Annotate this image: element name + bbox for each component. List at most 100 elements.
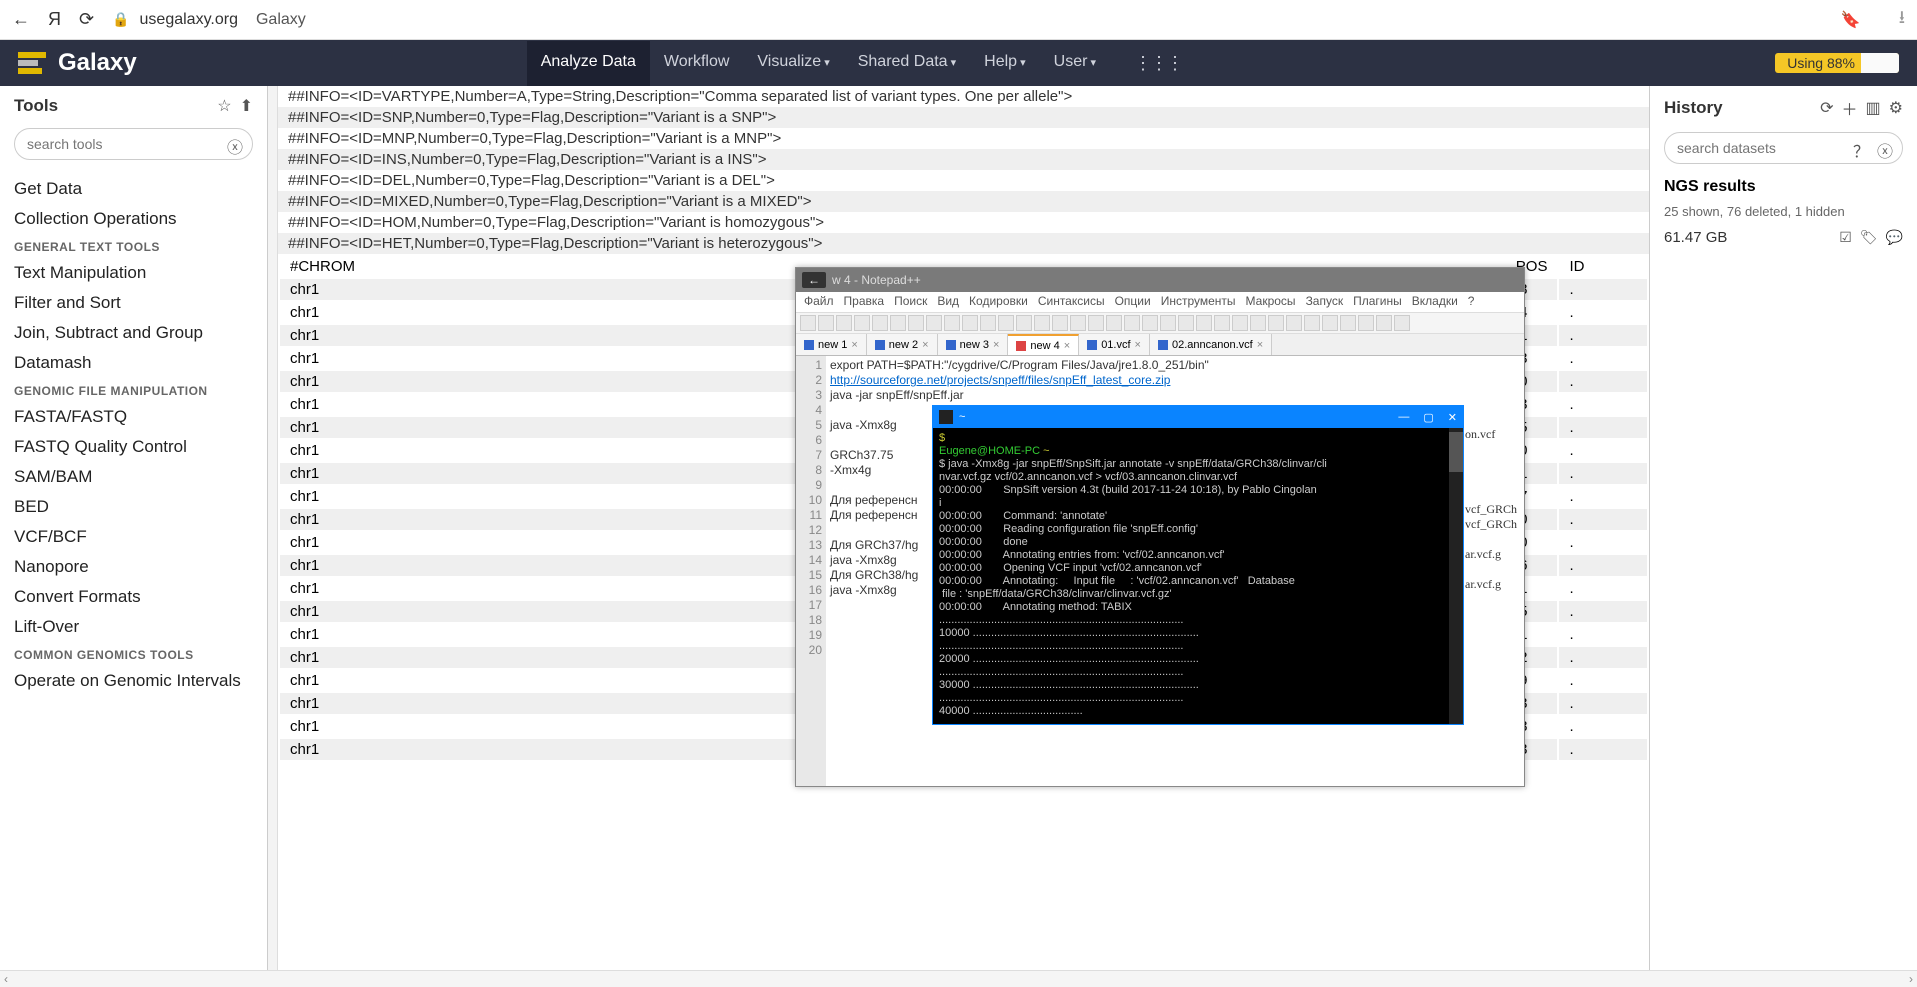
menu-visualize[interactable]: Visualize bbox=[743, 41, 843, 86]
download-icon[interactable]: ⭳ bbox=[1899, 5, 1905, 35]
npp-tab[interactable]: 02.anncanon.vcf × bbox=[1150, 334, 1272, 355]
close-tab-icon[interactable]: × bbox=[1257, 339, 1263, 351]
npp-toolbar-icon[interactable] bbox=[1304, 315, 1320, 331]
view-all-icon[interactable]: ▥ bbox=[1866, 98, 1881, 118]
menu-shared-data[interactable]: Shared Data bbox=[844, 41, 970, 86]
npp-toolbar-icon[interactable] bbox=[1286, 315, 1302, 331]
npp-toolbar-icon[interactable] bbox=[1268, 315, 1284, 331]
npp-toolbar-icon[interactable] bbox=[872, 315, 888, 331]
npp-toolbar-icon[interactable] bbox=[1358, 315, 1374, 331]
npp-toolbar-icon[interactable] bbox=[854, 315, 870, 331]
url-box[interactable]: 🔒 usegalaxy.org Galaxy bbox=[112, 11, 1823, 29]
tool-item[interactable]: Join, Subtract and Group bbox=[14, 318, 253, 348]
tool-item[interactable]: Collection Operations bbox=[14, 204, 253, 234]
npp-menu-item[interactable]: Запуск bbox=[1306, 294, 1344, 310]
left-scrollbar[interactable] bbox=[268, 86, 278, 970]
close-icon[interactable]: ✕ bbox=[1448, 411, 1457, 424]
npp-titlebar[interactable]: ← w 4 - Notepad++ bbox=[796, 268, 1524, 292]
npp-menu-item[interactable]: Кодировки bbox=[969, 294, 1028, 310]
search-help-icon[interactable]: ？ bbox=[1853, 138, 1869, 162]
menu-user[interactable]: User bbox=[1040, 41, 1110, 86]
npp-toolbar-icon[interactable] bbox=[908, 315, 924, 331]
close-tab-icon[interactable]: × bbox=[1064, 340, 1070, 352]
tool-item[interactable]: Get Data bbox=[14, 174, 253, 204]
npp-toolbar-icon[interactable] bbox=[1250, 315, 1266, 331]
quota-badge[interactable]: Using 88% bbox=[1775, 53, 1899, 73]
npp-toolbar-icon[interactable] bbox=[1034, 315, 1050, 331]
npp-toolbar-icon[interactable] bbox=[1340, 315, 1356, 331]
scroll-right-icon[interactable]: › bbox=[1909, 972, 1913, 986]
annotate-icon[interactable]: 💬 bbox=[1886, 229, 1903, 246]
scroll-left-icon[interactable]: ‹ bbox=[4, 972, 8, 986]
menu-workflow[interactable]: Workflow bbox=[650, 41, 744, 86]
npp-toolbar-icon[interactable] bbox=[1178, 315, 1194, 331]
tool-item[interactable]: Filter and Sort bbox=[14, 288, 253, 318]
apps-grid-icon[interactable]: ⋮⋮⋮ bbox=[1120, 41, 1196, 86]
clear-history-search-icon[interactable]: ⓧ bbox=[1877, 138, 1893, 162]
bookmark-icon[interactable]: 🔖 bbox=[1841, 10, 1861, 30]
npp-toolbar-icon[interactable] bbox=[818, 315, 834, 331]
tool-item[interactable]: SAM/BAM bbox=[14, 462, 253, 492]
npp-toolbar-icon[interactable] bbox=[1322, 315, 1338, 331]
tool-item[interactable]: Nanopore bbox=[14, 552, 253, 582]
npp-menu-item[interactable]: Вид bbox=[937, 294, 959, 310]
refresh-icon[interactable]: ⟳ bbox=[1820, 98, 1833, 118]
npp-menu-item[interactable]: Вкладки bbox=[1412, 294, 1458, 310]
tool-item[interactable]: FASTA/FASTQ bbox=[14, 402, 253, 432]
npp-toolbar-icon[interactable] bbox=[1052, 315, 1068, 331]
npp-tab[interactable]: new 4 × bbox=[1008, 334, 1079, 355]
npp-back-icon[interactable]: ← bbox=[802, 272, 826, 288]
npp-menu-item[interactable]: ? bbox=[1468, 294, 1475, 310]
npp-toolbar-icon[interactable] bbox=[1124, 315, 1140, 331]
tags-icon[interactable]: 🏷 bbox=[1860, 229, 1878, 246]
close-tab-icon[interactable]: × bbox=[922, 339, 928, 351]
npp-toolbar-icon[interactable] bbox=[926, 315, 942, 331]
new-history-icon[interactable]: ＋ bbox=[1842, 96, 1858, 120]
tool-item[interactable]: Text Manipulation bbox=[14, 258, 253, 288]
horizontal-scrollbar[interactable]: ‹ › bbox=[0, 970, 1917, 987]
close-tab-icon[interactable]: × bbox=[851, 339, 857, 351]
history-name[interactable]: NGS results bbox=[1650, 174, 1917, 200]
menu-analyze-data[interactable]: Analyze Data bbox=[527, 41, 650, 86]
npp-toolbar-icon[interactable] bbox=[1160, 315, 1176, 331]
npp-menu-item[interactable]: Инструменты bbox=[1161, 294, 1236, 310]
npp-tab[interactable]: new 1 × bbox=[796, 334, 867, 355]
tool-item[interactable]: FASTQ Quality Control bbox=[14, 432, 253, 462]
npp-menu-item[interactable]: Синтаксисы bbox=[1038, 294, 1105, 310]
npp-tab[interactable]: 01.vcf × bbox=[1079, 334, 1150, 355]
npp-toolbar-icon[interactable] bbox=[890, 315, 906, 331]
tools-search-input[interactable] bbox=[14, 128, 253, 160]
npp-menu-item[interactable]: Поиск bbox=[894, 294, 927, 310]
npp-tab[interactable]: new 2 × bbox=[867, 334, 938, 355]
npp-toolbar-icon[interactable] bbox=[1214, 315, 1230, 331]
yandex-icon[interactable]: Я bbox=[48, 9, 61, 30]
npp-toolbar-icon[interactable] bbox=[998, 315, 1014, 331]
npp-toolbar-icon[interactable] bbox=[1016, 315, 1032, 331]
npp-menu-item[interactable]: Опции bbox=[1115, 294, 1151, 310]
term-body[interactable]: $ Eugene@HOME-PC ~ $ java -Xmx8g -jar sn… bbox=[933, 428, 1463, 722]
tool-item[interactable]: Convert Formats bbox=[14, 582, 253, 612]
npp-toolbar-icon[interactable] bbox=[836, 315, 852, 331]
npp-toolbar-icon[interactable] bbox=[1376, 315, 1392, 331]
maximize-icon[interactable]: ▢ bbox=[1423, 411, 1433, 424]
tool-item[interactable]: Operate on Genomic Intervals bbox=[14, 666, 253, 696]
close-tab-icon[interactable]: × bbox=[1135, 339, 1141, 351]
tool-item[interactable]: BED bbox=[14, 492, 253, 522]
npp-toolbar-icon[interactable] bbox=[1394, 315, 1410, 331]
select-icon[interactable]: ☑ bbox=[1839, 229, 1852, 246]
term-titlebar[interactable]: ~ — ▢ ✕ bbox=[933, 406, 1463, 428]
npp-toolbar-icon[interactable] bbox=[1142, 315, 1158, 331]
npp-toolbar-icon[interactable] bbox=[1196, 315, 1212, 331]
npp-toolbar-icon[interactable] bbox=[980, 315, 996, 331]
tool-item[interactable]: VCF/BCF bbox=[14, 522, 253, 552]
logo-text[interactable]: Galaxy bbox=[58, 49, 137, 77]
term-scrollbar[interactable] bbox=[1449, 428, 1463, 724]
npp-menu-item[interactable]: Правка bbox=[844, 294, 885, 310]
npp-toolbar-icon[interactable] bbox=[962, 315, 978, 331]
npp-toolbar-icon[interactable] bbox=[944, 315, 960, 331]
reload-button[interactable]: ⟳ bbox=[79, 9, 94, 30]
menu-help[interactable]: Help bbox=[970, 41, 1039, 86]
close-tab-icon[interactable]: × bbox=[993, 339, 999, 351]
history-options-icon[interactable]: ⚙ bbox=[1889, 98, 1903, 118]
npp-toolbar-icon[interactable] bbox=[800, 315, 816, 331]
